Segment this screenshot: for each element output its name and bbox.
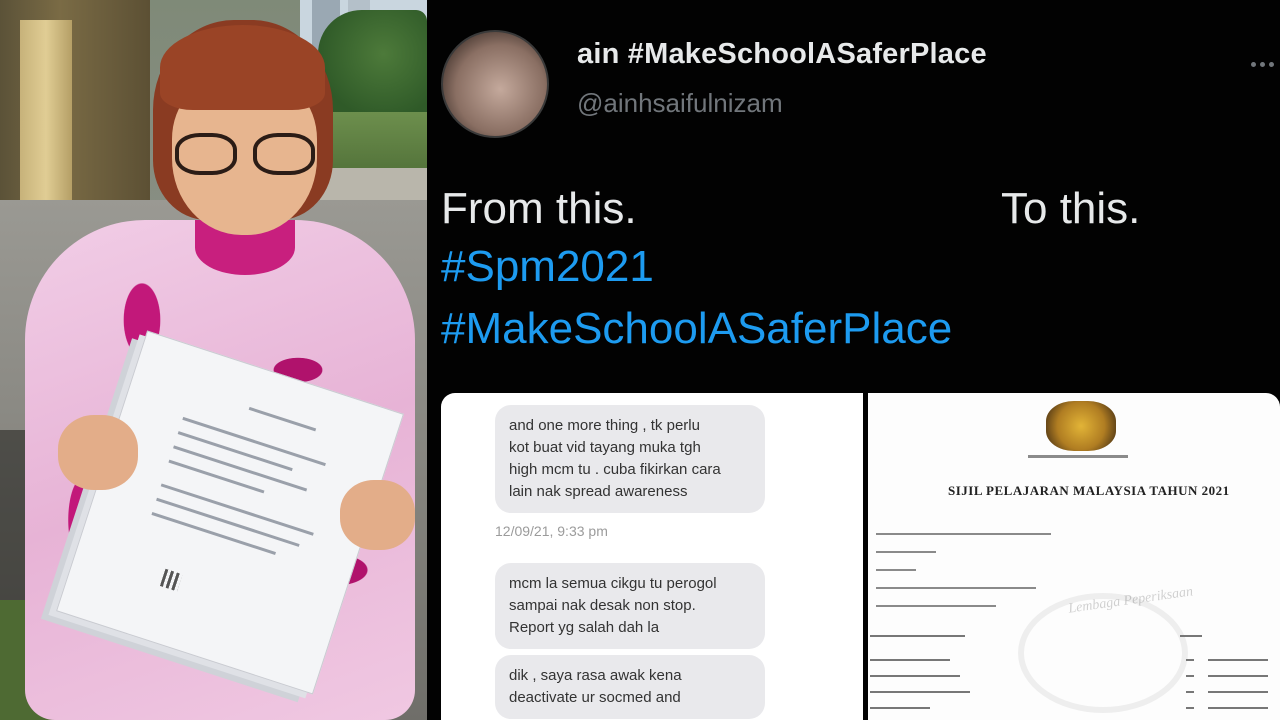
cert-field [876, 569, 916, 571]
cert-field [876, 587, 1036, 589]
media-certificate[interactable]: SIJIL PELAJARAN MALAYSIA TAHUN 2021 Lemb… [868, 393, 1280, 720]
divider [1028, 455, 1128, 458]
user-handle[interactable]: @ainhsaifulnizam [577, 88, 783, 119]
subject-row [868, 669, 1280, 683]
hashtag-link[interactable]: #MakeSchoolASaferPlace [441, 304, 952, 354]
media-chat-screenshot[interactable]: and one more thing , tk perlu kot buat v… [441, 393, 863, 720]
tweet-panel: ain #MakeSchoolASaferPlace @ainhsaifulni… [427, 0, 1280, 720]
chat-line: kot buat vid tayang muka tgh [509, 439, 701, 456]
chat-line: mcm la semua cikgu tu perogol [509, 575, 717, 592]
chat-line: lain nak spread awareness [509, 483, 688, 500]
avatar[interactable] [441, 30, 549, 138]
person [20, 15, 420, 720]
chat-bubble: mcm la semua cikgu tu perogol sampai nak… [495, 563, 765, 649]
chat-line: dik , saya rasa awak kena [509, 667, 682, 684]
chat-line: deactivate ur socmed and [509, 689, 681, 706]
chat-line: Report yg salah dah la [509, 619, 660, 636]
certificate-title: SIJIL PELAJARAN MALAYSIA TAHUN 2021 [948, 483, 1230, 498]
more-options-icon[interactable] [1251, 54, 1279, 67]
photo-girl-holding-certificate [0, 0, 427, 720]
subject-row [868, 629, 1280, 643]
bangs [160, 25, 325, 110]
chat-timestamp: 12/09/21, 9:33 pm [495, 523, 608, 539]
subject-row [868, 685, 1280, 699]
chat-line: sampai nak desak non stop. [509, 597, 696, 614]
subject-row [868, 701, 1280, 715]
crest-icon [1046, 401, 1116, 451]
cert-field [876, 533, 1051, 535]
tweet-text: From this. To this. [441, 178, 1140, 240]
hashtag-link[interactable]: #Spm2021 [441, 242, 654, 292]
chat-line: and one more thing , tk perlu [509, 417, 700, 434]
chat-bubble: and one more thing , tk perlu kot buat v… [495, 405, 765, 513]
tweet-text-to: To this. [1001, 184, 1141, 233]
hand [58, 415, 138, 490]
chat-line: high mcm tu . cuba fikirkan cara [509, 461, 721, 478]
cert-field [876, 605, 996, 607]
cert-field [876, 551, 936, 553]
display-name[interactable]: ain #MakeSchoolASaferPlace [577, 38, 987, 71]
glasses [175, 133, 315, 177]
subject-row [868, 653, 1280, 667]
tweet-text-from: From this. [441, 184, 637, 233]
hand [340, 480, 415, 550]
chat-bubble: dik , saya rasa awak kena deactivate ur … [495, 655, 765, 719]
